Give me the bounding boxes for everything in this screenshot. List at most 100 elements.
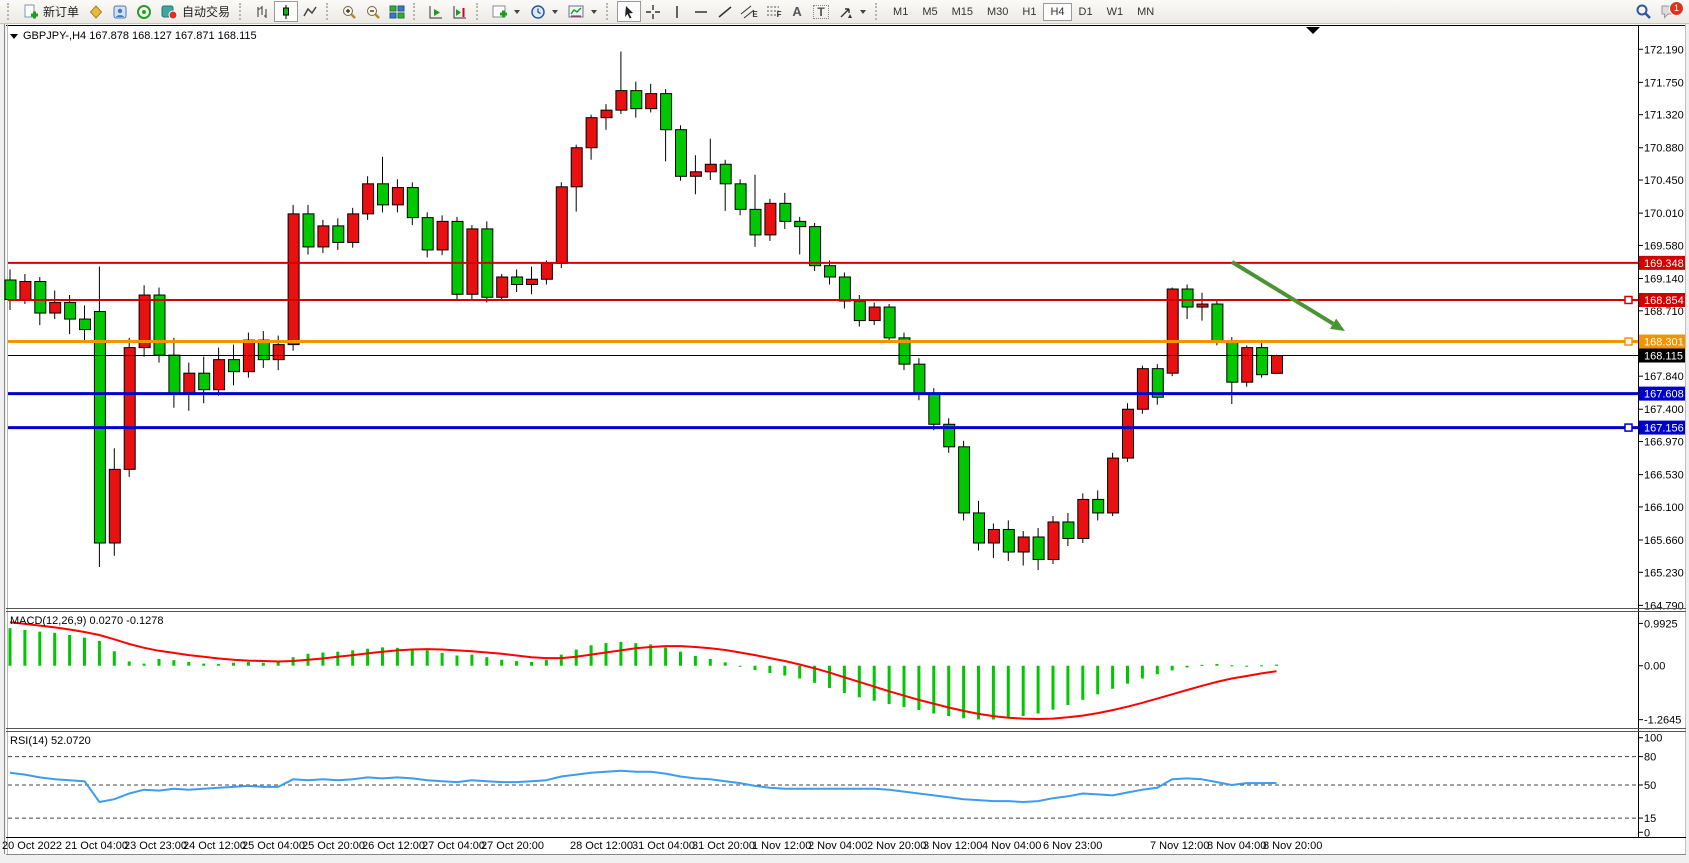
toolbar-grip[interactable] <box>413 3 420 20</box>
new-order-button[interactable]: 新订单 <box>18 1 84 22</box>
cursor-tool[interactable] <box>617 1 641 22</box>
rsi-axis-label: 15 <box>1644 813 1656 825</box>
toolbar-grip[interactable] <box>239 3 246 20</box>
candle-body <box>646 94 657 109</box>
tile-windows-button[interactable] <box>385 1 409 22</box>
macd-histogram-bar <box>53 633 56 666</box>
horizontal-line-tool[interactable] <box>689 1 713 22</box>
price-axis-label: 172.190 <box>1644 44 1684 56</box>
candle-body <box>765 203 776 235</box>
candle-body <box>65 303 76 320</box>
text-label-tool[interactable]: T <box>809 1 833 22</box>
market-watch-button[interactable] <box>108 1 132 22</box>
chart-shift-button[interactable] <box>448 1 472 22</box>
macd-histogram-bar <box>530 662 533 666</box>
macd-histogram-bar <box>9 628 12 666</box>
candle-body <box>378 184 389 205</box>
candle-body <box>959 447 970 513</box>
periods-dropdown[interactable] <box>525 2 563 22</box>
vertical-line-tool[interactable] <box>665 1 689 22</box>
notifications-button[interactable]: 1 <box>1660 3 1680 21</box>
zoom-in-button[interactable] <box>337 1 361 22</box>
macd-label: MACD(12,26,9) 0.0270 -0.1278 <box>10 615 163 627</box>
macd-histogram-bar <box>128 661 131 665</box>
timeframe-M1[interactable]: M1 <box>886 3 915 21</box>
indicators-dropdown[interactable] <box>487 2 525 22</box>
hline-handle[interactable] <box>1625 424 1632 431</box>
macd-histogram-bar <box>709 659 712 666</box>
macd-histogram-bar <box>158 659 161 666</box>
timeframe-H4[interactable]: H4 <box>1043 3 1071 21</box>
macd-histogram-bar <box>1066 666 1069 705</box>
auto-scroll-button[interactable] <box>424 1 448 22</box>
macd-histogram-bar <box>172 660 175 666</box>
chevron-down-icon <box>514 10 520 14</box>
macd-histogram-bar <box>366 649 369 666</box>
search-icon[interactable] <box>1635 3 1652 20</box>
text-tool[interactable]: A <box>785 1 809 22</box>
chart-canvas[interactable]: 0.99250.00-1.26451008050150172.190171.75… <box>0 0 1689 863</box>
macd-histogram-bar <box>98 641 101 666</box>
autotrading-button[interactable]: 自动交易 <box>156 1 235 22</box>
time-axis-label: 8 Nov 04:00 <box>1207 840 1266 852</box>
chart-background <box>6 23 1686 854</box>
time-axis-label: 2 Nov 04:00 <box>808 840 867 852</box>
toolbar-grip[interactable] <box>606 3 613 20</box>
timeframe-M30[interactable]: M30 <box>980 3 1015 21</box>
toolbar-grip[interactable] <box>476 3 483 20</box>
candle-body <box>109 469 120 543</box>
timeframe-H1[interactable]: H1 <box>1015 3 1043 21</box>
fibonacci-tool[interactable]: F <box>761 1 785 22</box>
candle-body <box>318 226 329 247</box>
trendline-tool[interactable] <box>713 1 737 22</box>
channel-letter: E <box>752 11 757 19</box>
macd-histogram-bar <box>1260 665 1263 666</box>
macd-histogram-bar <box>619 642 622 666</box>
macd-histogram-bar <box>679 652 682 666</box>
macd-histogram-bar <box>873 666 876 701</box>
time-axis-label: 20 Oct 2022 <box>2 840 62 852</box>
templates-dropdown[interactable] <box>563 2 602 22</box>
toolbar-grip[interactable] <box>875 3 882 20</box>
macd-histogram-bar <box>888 666 891 704</box>
candle-body <box>348 214 359 243</box>
candle-body <box>363 184 374 214</box>
toolbar-grip[interactable] <box>326 3 333 20</box>
hline-handle[interactable] <box>1625 338 1632 345</box>
macd-histogram-bar <box>798 666 801 679</box>
signal-button[interactable] <box>132 1 156 22</box>
channel-tool[interactable]: E <box>737 1 761 22</box>
timeframe-M15[interactable]: M15 <box>945 3 980 21</box>
timeframe-M5[interactable]: M5 <box>915 3 944 21</box>
candle-body <box>720 164 731 184</box>
timeframe-D1[interactable]: D1 <box>1072 3 1100 21</box>
macd-histogram-bar <box>843 666 846 693</box>
crosshair-tool[interactable] <box>641 1 665 22</box>
macd-histogram-bar <box>187 662 190 666</box>
rsi-axis-label: 100 <box>1644 733 1662 745</box>
timeframe-MN[interactable]: MN <box>1130 3 1161 21</box>
candlestick-chart-button[interactable] <box>274 1 298 22</box>
price-tag-label: 168.115 <box>1644 351 1683 363</box>
candle-body <box>1018 537 1029 552</box>
timeframe-W1[interactable]: W1 <box>1100 3 1131 21</box>
toolbar-grip[interactable] <box>7 3 14 20</box>
bar-chart-button[interactable] <box>250 1 274 22</box>
shapes-dropdown[interactable] <box>833 2 871 22</box>
line-chart-button[interactable] <box>298 1 322 22</box>
time-axis-label: 1 Nov 12:00 <box>752 840 811 852</box>
macd-histogram-bar <box>217 664 220 666</box>
new-order-label: 新订单 <box>43 3 79 20</box>
hline-handle[interactable] <box>1625 296 1632 303</box>
zoom-out-button[interactable] <box>361 1 385 22</box>
charts-profile-button[interactable] <box>84 1 108 22</box>
candle-body <box>407 188 418 218</box>
price-tag-label: 168.301 <box>1644 337 1684 349</box>
price-axis-label: 171.750 <box>1644 77 1684 89</box>
chart-collapse-icon[interactable] <box>10 34 18 39</box>
candle-body <box>571 148 582 187</box>
candle-body <box>35 281 46 313</box>
macd-histogram-bar <box>83 638 86 666</box>
macd-histogram-bar <box>247 662 250 666</box>
rsi-label: RSI(14) 52.0720 <box>10 735 91 747</box>
